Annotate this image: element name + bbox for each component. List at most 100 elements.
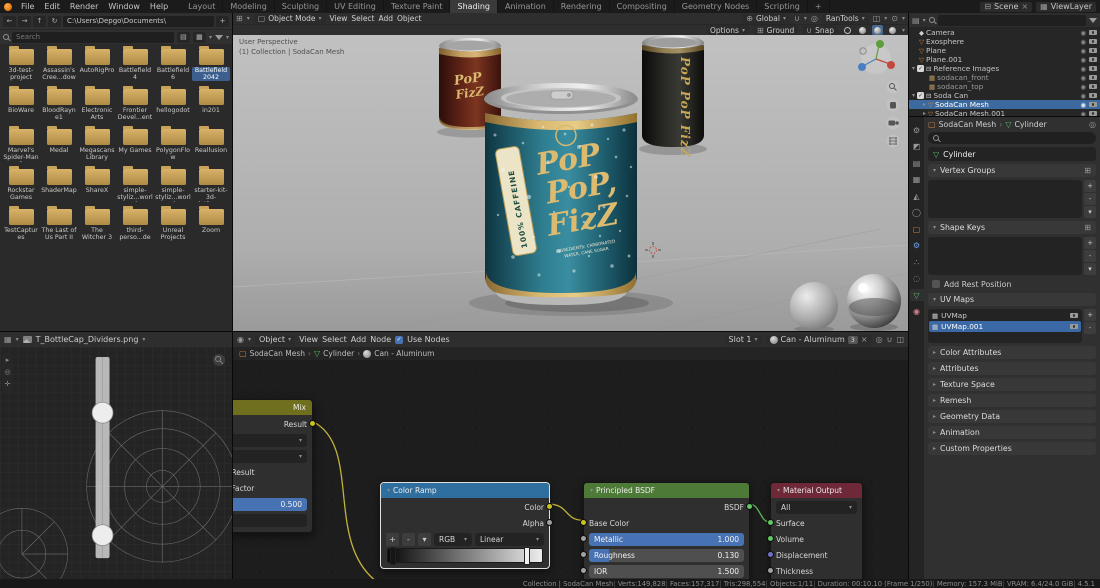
section-menu-icon[interactable]: ⊞	[1084, 223, 1091, 232]
folder-item[interactable]: ShaderMap	[40, 169, 78, 202]
collection-checkbox[interactable]: ✓	[917, 92, 924, 99]
viewlayer-selector[interactable]: ▦ViewLayer	[1036, 2, 1096, 12]
gizmos-icon[interactable]: ⊙	[891, 14, 898, 23]
disclosure-icon[interactable]: ▾	[912, 92, 915, 99]
render-camera-icon[interactable]	[1070, 313, 1078, 319]
menu-help[interactable]: Help	[145, 0, 173, 13]
rantools-menu[interactable]: RanTools▾	[822, 14, 869, 24]
render-visibility-icon[interactable]	[1089, 39, 1097, 45]
folder-item[interactable]: simple-styliz...world	[154, 169, 192, 202]
properties-tab-object[interactable]: ▢	[910, 223, 924, 235]
hide-eye-icon[interactable]: ◉	[1080, 65, 1086, 73]
outliner-item-sodacan-top[interactable]: ▦sodacan_top◉	[909, 82, 1100, 91]
mode-selector[interactable]: ▢Object Mode▾	[254, 14, 326, 24]
add-uv-map-button[interactable]: +	[1084, 309, 1096, 321]
display-thumbnails-icon[interactable]: ▦	[193, 32, 206, 43]
folder-item[interactable]: Unreal Projects	[154, 209, 192, 242]
outliner-search-input[interactable]	[938, 15, 1086, 26]
factor-slider[interactable]: Factor0.500	[233, 498, 307, 511]
refresh-button[interactable]: ↻	[48, 16, 61, 27]
select-tool-icon[interactable]: ▸	[6, 356, 10, 364]
image-name[interactable]: T_BottleCap_Dividers.png	[36, 335, 139, 344]
pin-icon[interactable]: ◎	[876, 335, 883, 344]
folder-item[interactable]: ShareX	[78, 169, 116, 202]
render-visibility-icon[interactable]	[1089, 57, 1097, 63]
tab-rendering[interactable]: Rendering	[554, 0, 610, 13]
hide-eye-icon[interactable]: ◉	[1080, 74, 1086, 82]
folder-item[interactable]: Battlefield 6	[154, 49, 192, 82]
ground-menu[interactable]: ⊞Ground	[753, 25, 798, 35]
hide-eye-icon[interactable]: ◉	[1080, 56, 1086, 64]
mix-blend-mode-dropdown[interactable]: Mix▾	[233, 450, 307, 463]
menu-view[interactable]: View	[299, 335, 318, 344]
section-texture-space[interactable]: ▸Texture Space	[928, 378, 1096, 391]
folder-item[interactable]: Battlefield 4	[116, 49, 154, 82]
outliner-item-camera[interactable]: ◆Camera◉	[909, 28, 1100, 37]
back-button[interactable]: ←	[3, 16, 16, 27]
chevron-down-icon[interactable]: ▾	[142, 336, 145, 343]
close-icon[interactable]: ×	[1021, 2, 1028, 11]
socket-base-color-input[interactable]	[580, 519, 587, 526]
remove-vertex-group-button[interactable]: -	[1084, 193, 1096, 205]
outliner-item-sodacan-front[interactable]: ▦sodacan_front◉	[909, 73, 1100, 82]
section-animation[interactable]: ▸Animation	[928, 426, 1096, 439]
folder-item[interactable]: Electronic Arts	[78, 89, 116, 122]
mix-data-type-dropdown[interactable]: Color▾	[233, 434, 307, 447]
properties-tab-scene[interactable]: ◭	[910, 190, 924, 202]
material-selector[interactable]: Can - Aluminum 3 ×	[766, 335, 872, 345]
add-shape-key-button[interactable]: +	[1084, 237, 1096, 249]
tab-geometry-nodes[interactable]: Geometry Nodes	[675, 0, 757, 13]
menu-view[interactable]: View	[330, 14, 348, 23]
filter-chevron-icon[interactable]: ▾	[226, 34, 229, 41]
parent-dir-button[interactable]: ↑	[33, 16, 46, 27]
editor-type-icon[interactable]: ▤	[912, 16, 920, 25]
menu-edit[interactable]: Edit	[39, 0, 65, 13]
menu-add[interactable]: Add	[351, 335, 367, 344]
folder-item[interactable]: Zoom	[192, 209, 230, 242]
render-visibility-icon[interactable]	[1089, 111, 1097, 116]
outliner-item-sodacan-mesh001[interactable]: ▸▽SodaCan Mesh.001◉	[909, 109, 1100, 116]
add-rest-position-row[interactable]: Add Rest Position	[928, 278, 1096, 290]
socket-displacement-input[interactable]	[767, 551, 774, 558]
properties-tab-physics[interactable]: ◌	[910, 273, 924, 285]
folder-item[interactable]: in201	[192, 89, 230, 122]
section-remesh[interactable]: ▸Remesh	[928, 394, 1096, 407]
menu-add[interactable]: Add	[379, 14, 394, 23]
properties-tab-view-layer[interactable]: ▦	[910, 174, 924, 186]
socket-volume-input[interactable]	[767, 535, 774, 542]
folder-item[interactable]: BloodRayne1	[40, 89, 78, 122]
perspective-gizmo-icon[interactable]	[887, 135, 900, 148]
node-material-output[interactable]: ▾Material Output All▾ Surface Volume Dis…	[770, 482, 863, 579]
socket-bsdf-output[interactable]	[746, 503, 753, 510]
camera-view-gizmo-icon[interactable]	[887, 117, 900, 130]
socket-thickness-input[interactable]	[767, 567, 774, 574]
tab-texture-paint[interactable]: Texture Paint	[384, 0, 451, 13]
add-workspace-button[interactable]: +	[808, 0, 830, 13]
ramp-stop-black[interactable]	[390, 547, 396, 565]
outliner-item-sodacan-mesh[interactable]: ▸▽SodaCan Mesh◉	[909, 100, 1100, 109]
metallic-slider[interactable]: Metallic1.000	[589, 533, 744, 546]
display-vertical-list-icon[interactable]: ▤	[177, 32, 190, 43]
shading-solid-button[interactable]	[857, 25, 868, 35]
display-settings-chevron-icon[interactable]: ▾	[209, 34, 212, 41]
folder-item-selected[interactable]: Battlefield 2042	[192, 49, 230, 82]
tab-shading[interactable]: Shading	[450, 0, 498, 13]
render-visibility-icon[interactable]	[1089, 102, 1097, 108]
add-stop-button[interactable]: +	[386, 533, 399, 546]
remove-stop-button[interactable]: -	[402, 533, 415, 546]
ramp-tools-dropdown[interactable]: ▾	[418, 533, 431, 546]
shading-material-preview-button[interactable]	[872, 25, 883, 35]
folder-item[interactable]: TestCaptures	[2, 209, 40, 242]
collapse-icon[interactable]: ▾	[387, 487, 390, 494]
outliner-item-soda-can[interactable]: ▾✓⊟Soda Can◉	[909, 91, 1100, 100]
color-mode-dropdown[interactable]: RGB▾	[434, 533, 472, 546]
folder-item[interactable]: AutoRigPro	[78, 49, 116, 82]
menu-node[interactable]: Node	[370, 335, 391, 344]
render-visibility-icon[interactable]	[1089, 30, 1097, 36]
render-visibility-icon[interactable]	[1089, 48, 1097, 54]
menu-object[interactable]: Object	[397, 14, 421, 23]
node-canvas[interactable]: ▢SodaCan Mesh › ▽Cylinder › Can - Alumin…	[233, 347, 908, 579]
section-shape-keys[interactable]: ▾Shape Keys⊞	[928, 221, 1096, 234]
folder-item[interactable]: Assassin's Cree...dows	[40, 49, 78, 82]
hide-eye-icon[interactable]: ◉	[1080, 47, 1086, 55]
